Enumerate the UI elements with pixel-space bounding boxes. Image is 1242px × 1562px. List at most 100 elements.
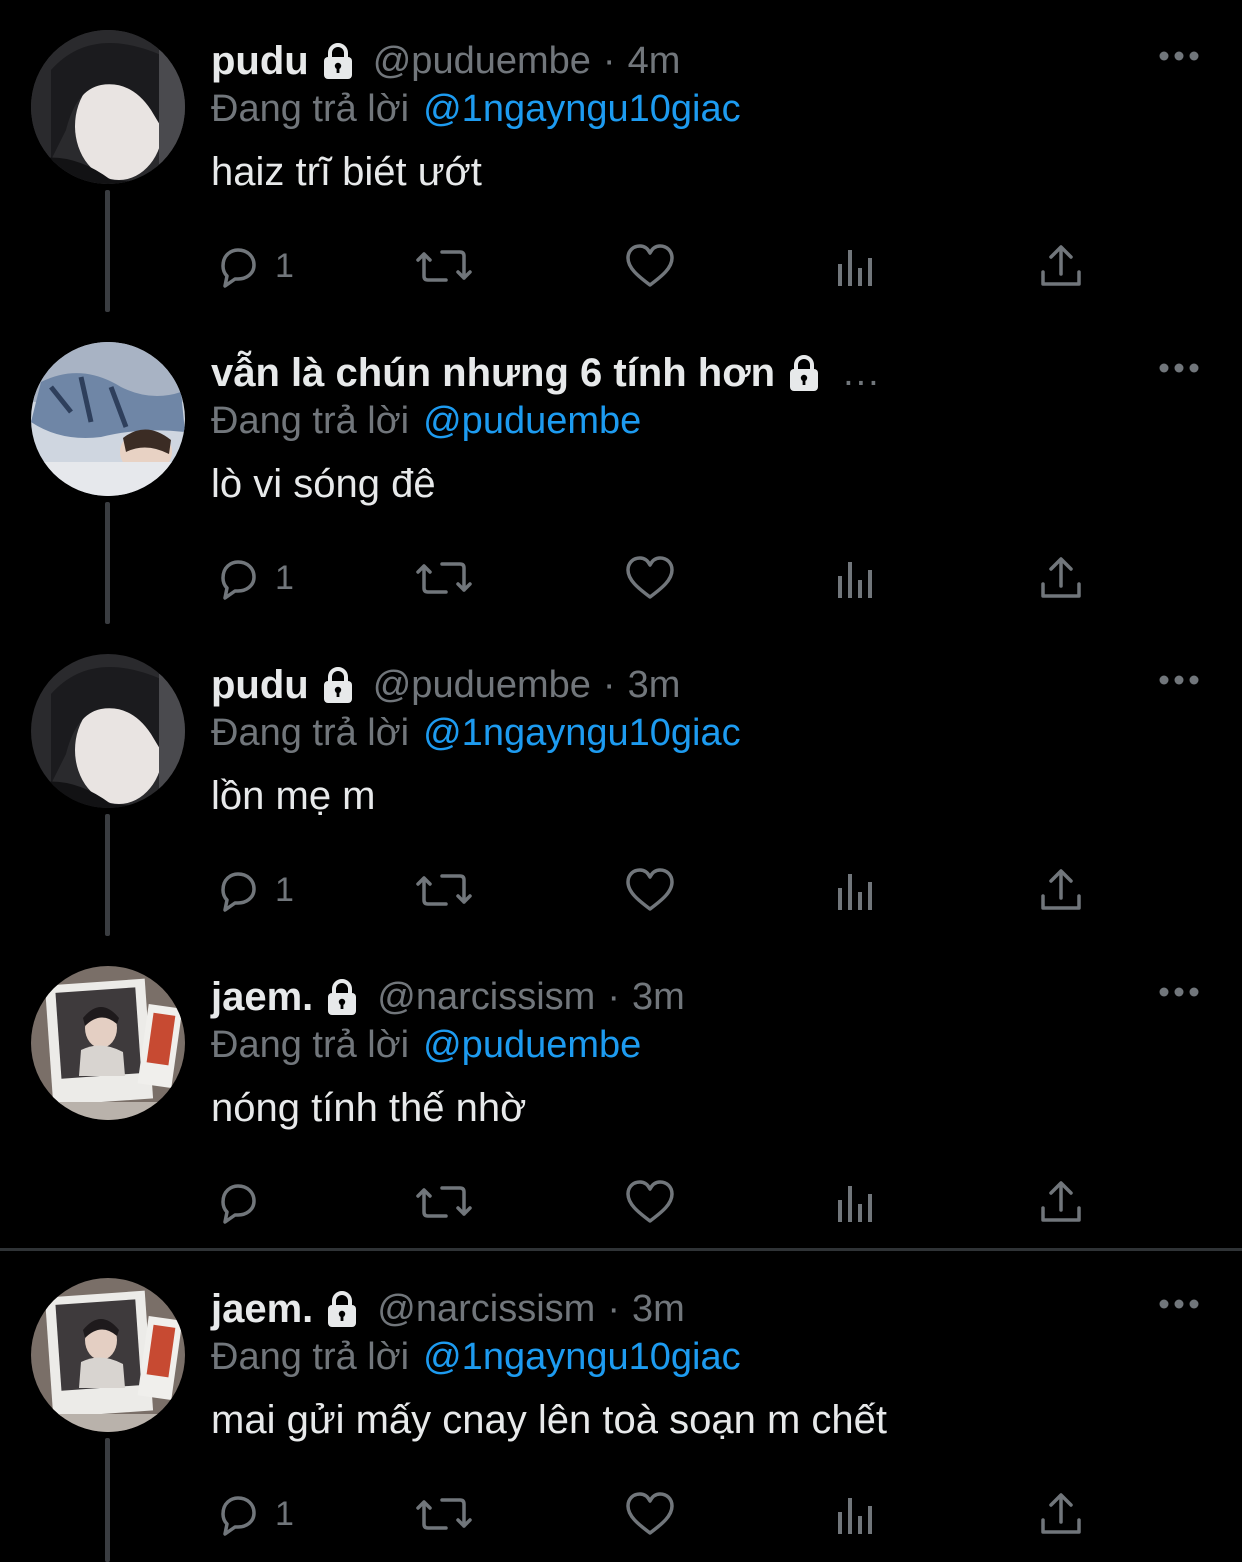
- tweet[interactable]: pudu @puduembe · 4m Đang trả lời @1ngayn…: [0, 0, 1242, 312]
- replying-to-label: Đang trả lời: [211, 399, 410, 442]
- views-button[interactable]: [834, 860, 878, 920]
- tweet-timestamp[interactable]: 3m: [628, 664, 681, 707]
- lock-icon: [321, 976, 363, 1018]
- reply-button[interactable]: 1: [213, 236, 294, 296]
- analytics-bar-icon: [838, 562, 872, 598]
- views-button[interactable]: [834, 236, 878, 296]
- retweet-icon: [416, 250, 472, 282]
- tweet[interactable]: pudu @puduembe · 3m Đang trả lời @1ngayn…: [0, 624, 1242, 936]
- replying-to: Đang trả lời @puduembe: [211, 1020, 641, 1070]
- share-upload-icon: [1041, 869, 1081, 910]
- avatar[interactable]: [31, 966, 185, 1120]
- tweet-timestamp[interactable]: 3m: [632, 976, 685, 1019]
- tweet[interactable]: jaem. @narcissism · 3m Đang trả lời @pud…: [0, 936, 1242, 1248]
- share-button[interactable]: [1038, 236, 1084, 296]
- retweet-button[interactable]: [414, 860, 474, 920]
- tweet-header: pudu @puduembe · 3m: [211, 660, 680, 710]
- lock-icon: [783, 352, 825, 394]
- reply-mention-link[interactable]: @1ngayngu10giac: [423, 712, 741, 755]
- analytics-bar-icon: [838, 874, 872, 910]
- reply-mention-link[interactable]: @1ngayngu10giac: [423, 88, 741, 131]
- more-horizontal-icon: [1159, 363, 1199, 373]
- display-name[interactable]: pudu: [211, 663, 309, 708]
- replying-to-label: Đang trả lời: [211, 87, 410, 130]
- avatar-lying-boy-icon: [31, 342, 185, 496]
- reply-count: 1: [275, 870, 294, 909]
- display-name[interactable]: pudu: [211, 39, 309, 84]
- separator-dot: ·: [602, 663, 616, 706]
- like-button[interactable]: [624, 1484, 676, 1544]
- display-name[interactable]: vẫn là chún nhưng 6 tính hơn: [211, 351, 775, 396]
- tweet-header: jaem. @narcissism · 3m: [211, 972, 685, 1022]
- replying-to: Đang trả lời @puduembe: [211, 396, 641, 446]
- views-button[interactable]: [834, 548, 878, 608]
- share-button[interactable]: [1038, 1172, 1084, 1232]
- avatar[interactable]: [31, 342, 185, 496]
- avatar-polaroid-icon: [31, 1278, 185, 1432]
- retweet-button[interactable]: [414, 548, 474, 608]
- reply-button[interactable]: 1: [213, 1484, 294, 1544]
- replying-to-label: Đang trả lời: [211, 1335, 410, 1378]
- avatar[interactable]: [31, 654, 185, 808]
- replying-to: Đang trả lời @1ngayngu10giac: [211, 1332, 741, 1382]
- more-options-button[interactable]: [1156, 350, 1202, 386]
- avatar-polaroid-icon: [31, 966, 185, 1120]
- like-button[interactable]: [624, 548, 676, 608]
- user-handle[interactable]: @puduembe: [373, 40, 591, 83]
- avatar[interactable]: [31, 1278, 185, 1432]
- display-name[interactable]: jaem.: [211, 975, 313, 1020]
- tweet-actions: 1: [0, 860, 1242, 920]
- retweet-icon: [416, 874, 472, 906]
- reply-mention-link[interactable]: @1ngayngu10giac: [423, 1336, 741, 1379]
- reply-mention-link[interactable]: @puduembe: [423, 1024, 641, 1067]
- reply-mention-link[interactable]: @puduembe: [423, 400, 641, 443]
- separator-dot: ·: [607, 975, 620, 1018]
- replying-to: Đang trả lời @1ngayngu10giac: [211, 84, 741, 134]
- tweet[interactable]: vẫn là chún nhưng 6 tính hơn ... Đang tr…: [0, 312, 1242, 624]
- separator-dot: ·: [602, 39, 616, 82]
- name-overflow-ellipsis: ...: [843, 351, 881, 394]
- views-button[interactable]: [834, 1172, 878, 1232]
- user-handle[interactable]: @narcissism: [377, 1288, 595, 1331]
- tweet-actions: [0, 1172, 1242, 1232]
- more-horizontal-icon: [1159, 51, 1199, 61]
- user-handle[interactable]: @puduembe: [373, 664, 591, 707]
- reply-count: 1: [275, 1494, 294, 1533]
- like-button[interactable]: [624, 236, 676, 296]
- tweet-header: vẫn là chún nhưng 6 tính hơn ...: [211, 348, 881, 398]
- avatar[interactable]: [31, 30, 185, 184]
- like-button[interactable]: [624, 860, 676, 920]
- analytics-bar-icon: [838, 1186, 872, 1222]
- tweet-actions: 1: [0, 548, 1242, 608]
- views-button[interactable]: [834, 1484, 878, 1544]
- retweet-button[interactable]: [414, 1172, 474, 1232]
- share-button[interactable]: [1038, 860, 1084, 920]
- reply-bubble-icon: [221, 1496, 256, 1536]
- reply-button[interactable]: 1: [213, 860, 294, 920]
- reply-count: 1: [275, 558, 294, 597]
- more-options-button[interactable]: [1156, 662, 1202, 698]
- heart-icon: [626, 868, 674, 911]
- tweet-text: lò vi sóng đê: [211, 462, 436, 506]
- share-button[interactable]: [1038, 548, 1084, 608]
- replying-to-label: Đang trả lời: [211, 711, 410, 754]
- avatar-dark-hair-boy-icon: [31, 654, 185, 808]
- user-handle[interactable]: @narcissism: [377, 976, 595, 1019]
- share-button[interactable]: [1038, 1484, 1084, 1544]
- tweet[interactable]: jaem. @narcissism · 3m Đang trả lời @1ng…: [0, 1248, 1242, 1562]
- retweet-button[interactable]: [414, 1484, 474, 1544]
- more-options-button[interactable]: [1156, 1286, 1202, 1322]
- display-name[interactable]: jaem.: [211, 1287, 313, 1332]
- more-options-button[interactable]: [1156, 38, 1202, 74]
- more-options-button[interactable]: [1156, 974, 1202, 1010]
- reply-button[interactable]: 1: [213, 548, 294, 608]
- like-button[interactable]: [624, 1172, 676, 1232]
- share-upload-icon: [1041, 557, 1081, 598]
- retweet-button[interactable]: [414, 236, 474, 296]
- tweet-timestamp[interactable]: 4m: [628, 40, 681, 83]
- heart-icon: [626, 1180, 674, 1223]
- tweet-timestamp[interactable]: 3m: [632, 1288, 685, 1331]
- reply-button[interactable]: [213, 1172, 275, 1232]
- retweet-icon: [416, 1498, 472, 1530]
- avatar-dark-hair-boy-icon: [31, 30, 185, 184]
